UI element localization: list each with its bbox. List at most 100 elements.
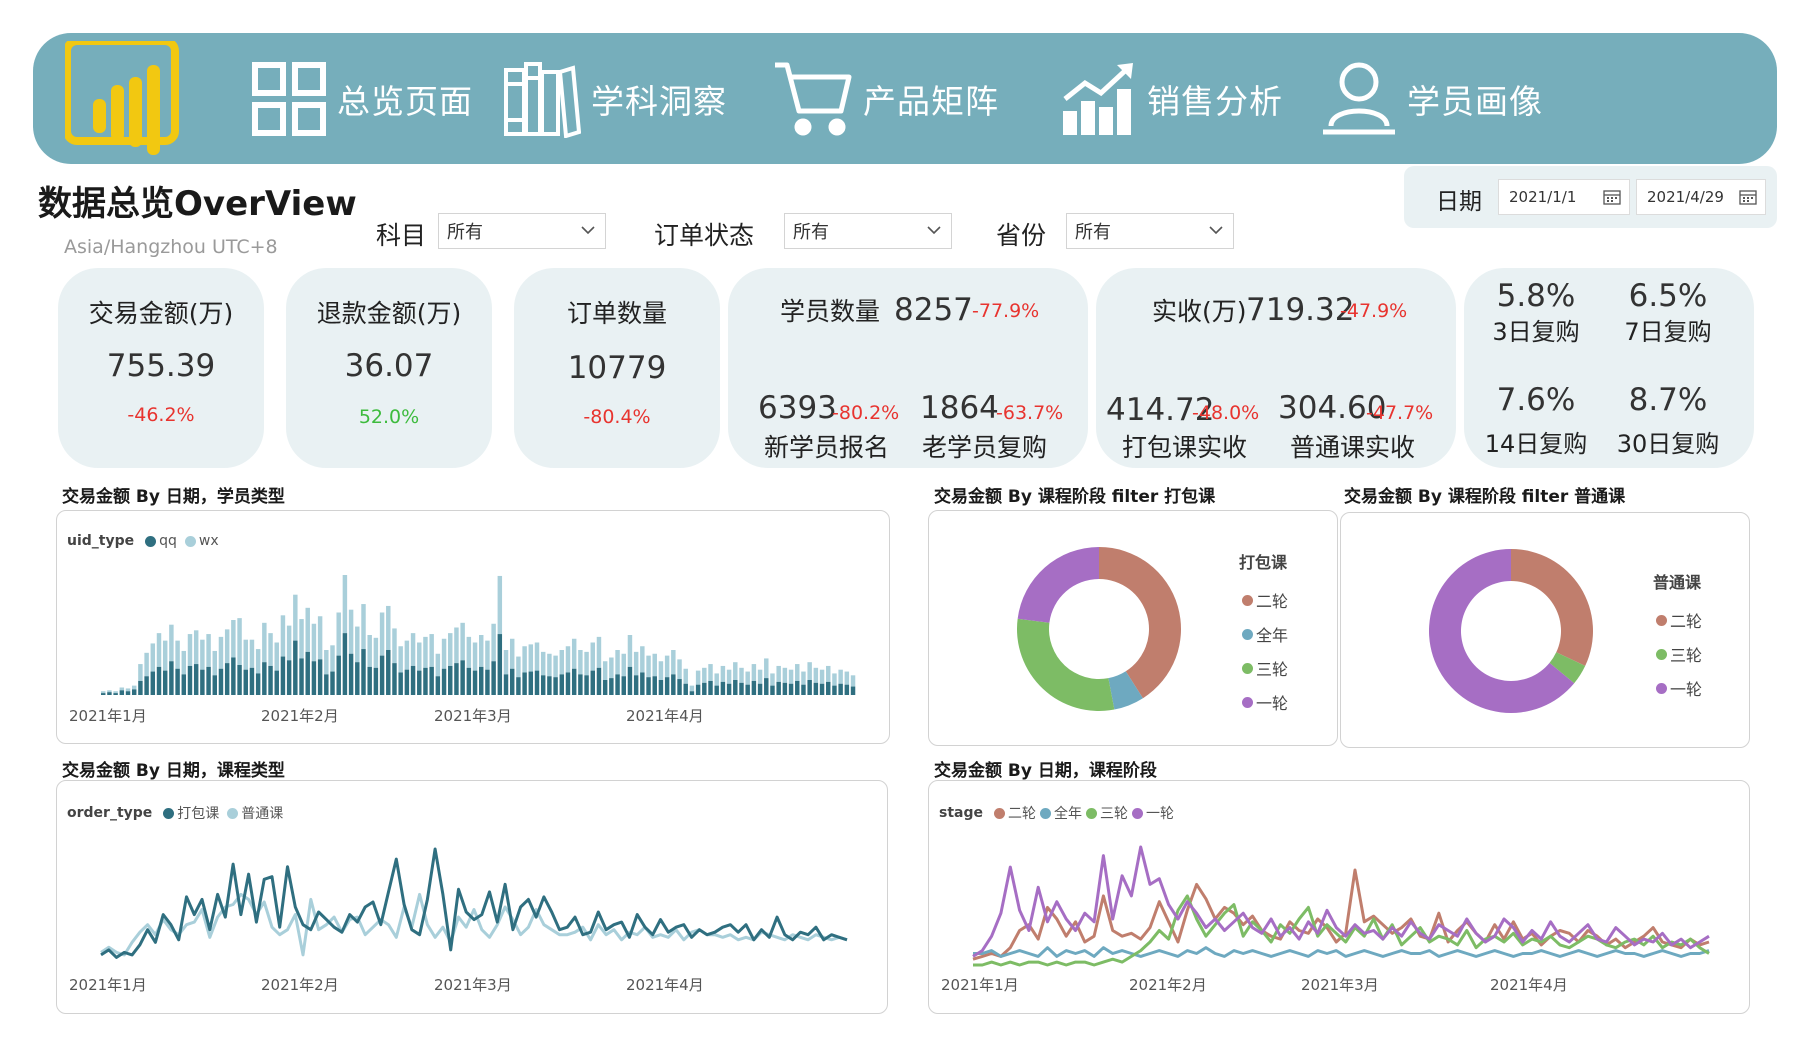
bar-segment-wx <box>528 644 534 672</box>
nav-sales-analysis-label: 销售分析 <box>1147 82 1283 121</box>
bar-segment-qq <box>162 670 168 695</box>
chart-trade-by-date-stage[interactable]: stage 二轮 全年 三轮 一轮 2021年1月 2021年2月 2021年3… <box>928 780 1750 1014</box>
bar-segment-wx <box>491 623 496 662</box>
bar-segment-qq <box>125 691 131 695</box>
bar-segment-wx <box>187 634 193 666</box>
bar-segment-qq <box>429 666 434 695</box>
bar-segment-qq <box>423 667 428 695</box>
bar-segment-qq <box>317 659 323 695</box>
bar-segment-qq <box>342 633 348 695</box>
bar-segment-qq <box>559 674 565 695</box>
bar-segment-qq <box>485 669 490 695</box>
chart-stage-normal-course[interactable]: 普通课 二轮 三轮 一轮 <box>1340 512 1750 748</box>
kpi-value: 755.39 <box>106 348 216 384</box>
bar-segment-wx <box>305 607 310 652</box>
bar-segment-wx <box>832 673 837 686</box>
returning-students-label: 老学员复购 <box>922 433 1048 462</box>
bar-segment-wx <box>479 635 484 667</box>
bar-segment-wx <box>683 668 688 684</box>
bar-segment-qq <box>497 634 503 695</box>
bar-segment-wx <box>262 622 267 663</box>
nav-sales-analysis[interactable]: 销售分析 <box>1061 55 1283 143</box>
bar-segment-wx <box>733 662 738 680</box>
chart-stage-package-course[interactable]: 打包课 二轮 全年 三轮 一轮 <box>928 510 1338 746</box>
province-dropdown[interactable]: 所有 <box>1066 213 1234 249</box>
nav-subject-insight[interactable]: 学科洞察 <box>503 55 727 143</box>
bar-segment-wx <box>757 669 763 684</box>
bar-segment-wx <box>633 651 639 676</box>
bar-segment-wx <box>578 650 583 675</box>
bar-segment-wx <box>615 650 620 675</box>
legend-marker <box>1656 648 1667 660</box>
legend-marker <box>1656 614 1667 626</box>
bar-segment-wx <box>516 656 521 678</box>
legend-item: 二轮 <box>1239 583 1288 617</box>
chart-legend: 打包课 二轮 全年 三轮 一轮 <box>1239 549 1288 719</box>
bar-segment-qq <box>330 671 335 695</box>
bar-segment-wx <box>249 639 255 668</box>
bar-segment-wx <box>497 575 503 635</box>
legend-marker <box>1242 696 1253 708</box>
returning-students-value: 1864 <box>920 390 999 426</box>
normal-course-label: 普通课实收 <box>1290 433 1416 462</box>
bar-segment-wx <box>138 664 143 681</box>
legend-item: 三轮 <box>1653 637 1702 671</box>
bar-segment-wx <box>621 653 626 677</box>
bar-segment-wx <box>584 651 589 676</box>
bar-segment-qq <box>503 674 509 695</box>
bar-segment-qq <box>255 673 261 695</box>
nav-product-matrix[interactable]: 产品矩阵 <box>773 55 999 143</box>
bar-segment-qq <box>733 680 738 695</box>
nav-student-profile[interactable]: 学员画像 <box>1321 55 1543 143</box>
bar-segment-wx <box>726 669 732 684</box>
bar-segment-wx <box>850 675 856 687</box>
chart-trade-by-date-course-type[interactable]: order_type 打包课 普通课 2021年1月 2021年2月 2021年… <box>56 780 888 1014</box>
bar-segment-wx <box>559 650 565 675</box>
bar-segment-wx <box>417 642 422 671</box>
bar-segment-wx <box>206 634 211 667</box>
donut-slice <box>1099 547 1181 699</box>
bar-segment-qq <box>652 676 657 695</box>
bar-segment-wx <box>379 612 385 656</box>
kpi-value: 36.07 <box>344 348 434 384</box>
nav-overview[interactable]: 总览页面 <box>251 55 473 143</box>
bar-segment-qq <box>373 667 379 695</box>
bar-segment-wx <box>243 639 248 670</box>
bar-segment-wx <box>162 640 168 671</box>
bar-segment-qq <box>187 665 193 695</box>
start-date-input[interactable]: 2021/1/1 <box>1498 179 1630 215</box>
chevron-down-icon <box>927 226 941 235</box>
bar-segment-wx <box>231 620 236 658</box>
bar-segment-wx <box>677 659 682 680</box>
order-status-dropdown-value: 所有 <box>793 222 829 243</box>
bar-segment-qq <box>615 674 620 695</box>
chevron-down-icon <box>581 226 595 235</box>
calendar-icon[interactable] <box>1739 189 1757 205</box>
calendar-icon[interactable] <box>1603 189 1621 205</box>
bar-segment-wx <box>237 618 242 665</box>
subject-dropdown[interactable]: 所有 <box>438 213 606 249</box>
start-date-value: 2021/1/1 <box>1509 188 1577 206</box>
bar-segment-qq <box>150 671 156 695</box>
bar-segment-wx <box>150 643 156 672</box>
chart-trade-by-date-user-type[interactable]: uid_type qq wx 2021年1月 2021年2月 2021年3月 2… <box>56 510 890 744</box>
x-tick-label: 2021年4月 <box>1490 976 1568 994</box>
bar-segment-qq <box>646 677 651 695</box>
bar-segment-qq <box>280 656 286 695</box>
new-students-value: 6393 <box>758 390 837 426</box>
legend-item: 全年 <box>1239 617 1288 651</box>
order-status-dropdown[interactable]: 所有 <box>784 213 952 249</box>
legend-label: 全年 <box>1256 626 1289 645</box>
kpi-delta: -46.2% <box>127 404 195 426</box>
returning-students-delta: -63.7% <box>996 402 1064 424</box>
bar-segment-wx <box>398 646 403 673</box>
x-tick-label: 2021年2月 <box>1129 976 1207 994</box>
province-filter-label: 省份 <box>996 221 1047 250</box>
kpi-value: 8257 <box>894 292 973 328</box>
end-date-input[interactable]: 2021/4/29 <box>1636 179 1766 215</box>
bar-segment-qq <box>448 665 453 695</box>
bar-segment-qq <box>664 677 670 695</box>
legend-marker <box>1242 594 1253 606</box>
bar-segment-qq <box>578 674 583 695</box>
bar-segment-wx <box>627 635 633 667</box>
